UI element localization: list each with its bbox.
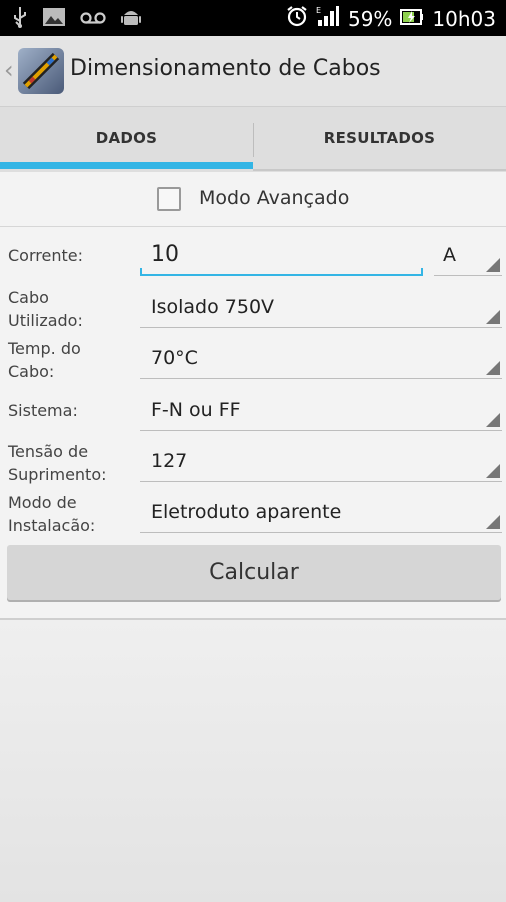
advanced-mode-checkbox[interactable]: [157, 187, 181, 211]
modo-spinner[interactable]: Eletroduto aparente: [140, 489, 502, 533]
corrente-underline: [140, 274, 423, 276]
cabo-value: Isolado 750V: [151, 296, 275, 318]
corrente-label: Corrente:: [8, 246, 83, 265]
unit-value: A: [443, 244, 456, 266]
alarm-icon: [286, 5, 308, 32]
battery-icon: [400, 7, 424, 31]
corrente-tick-left: [140, 268, 142, 276]
tab-underline: [253, 169, 506, 171]
sistema-underline: [140, 430, 502, 431]
modo-label-1: Modo de: [8, 493, 77, 512]
action-bar: ‹ Dimensionamento de Cabos: [0, 36, 506, 106]
dropdown-triangle-icon: [486, 515, 500, 529]
svg-text:E: E: [316, 6, 321, 15]
sistema-spinner[interactable]: F-N ou FF: [140, 387, 502, 431]
android-icon: [120, 6, 142, 32]
cabo-spinner[interactable]: Isolado 750V: [140, 284, 502, 328]
temp-underline: [140, 378, 502, 379]
temp-label-2: Cabo:: [8, 362, 55, 381]
chevron-left-icon[interactable]: ‹: [4, 56, 14, 84]
advanced-mode-label: Modo Avançado: [199, 187, 350, 209]
tensao-label-2: Suprimento:: [8, 465, 107, 484]
cable-app-icon[interactable]: [18, 48, 64, 94]
modo-label-2: Instalacão:: [8, 516, 96, 535]
unit-spinner[interactable]: A: [434, 236, 502, 276]
app-title: Dimensionamento de Cabos: [70, 56, 381, 81]
sistema-label: Sistema:: [8, 401, 78, 420]
usb-icon: [12, 6, 28, 32]
corrente-value: 10: [151, 242, 179, 267]
corrente-tick-right: [421, 268, 423, 276]
battery-percent: 59%: [347, 6, 393, 31]
voicemail-icon: [80, 10, 106, 29]
sistema-value: F-N ou FF: [151, 399, 241, 421]
empty-background: [0, 618, 506, 902]
signal-icon: E: [316, 5, 340, 32]
clock: 10h03: [432, 6, 496, 31]
tensao-label-1: Tensão de: [8, 442, 89, 461]
dropdown-triangle-icon: [486, 413, 500, 427]
unit-underline: [434, 275, 502, 276]
temp-label-1: Temp. do: [8, 339, 81, 358]
temp-value: 70°C: [151, 347, 198, 369]
dropdown-triangle-icon: [486, 361, 500, 375]
tab-resultados[interactable]: RESULTADOS: [253, 107, 506, 173]
modo-value: Eletroduto aparente: [151, 501, 342, 523]
status-bar: E 59% 10h03: [0, 0, 506, 36]
corrente-input[interactable]: 10: [140, 236, 423, 276]
calcular-button[interactable]: Calcular: [7, 545, 501, 600]
image-icon: [42, 7, 66, 31]
cabo-underline: [140, 327, 502, 328]
dropdown-triangle-icon: [486, 464, 500, 478]
temp-spinner[interactable]: 70°C: [140, 335, 502, 379]
tensao-underline: [140, 481, 502, 482]
tab-selected-indicator: [0, 162, 253, 169]
dropdown-triangle-icon: [486, 258, 500, 272]
cabo-label-2: Utilizado:: [8, 311, 83, 330]
tensao-value: 127: [151, 450, 188, 472]
modo-underline: [140, 532, 502, 533]
tensao-spinner[interactable]: 127: [140, 438, 502, 482]
cabo-label-1: Cabo: [8, 288, 49, 307]
dropdown-triangle-icon: [486, 310, 500, 324]
